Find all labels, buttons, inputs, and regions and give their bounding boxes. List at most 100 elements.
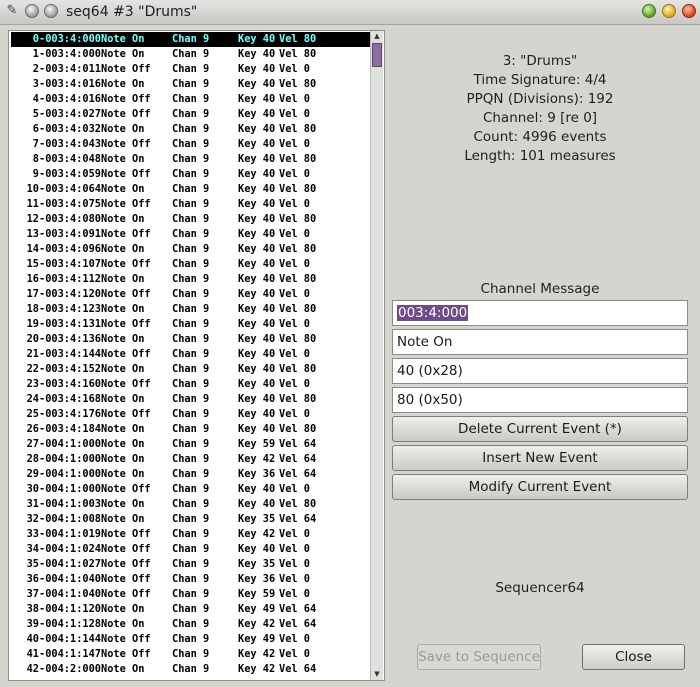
event-row[interactable]: 3-003:4:016 Note On Chan 9 Key 40 Vel 80 (11, 77, 374, 92)
timestamp-field[interactable]: 003:4:000 (392, 300, 688, 326)
event-row[interactable]: 14-003:4:096 Note On Chan 9 Key 40 Vel 80 (11, 242, 374, 257)
event-row[interactable]: 39-004:1:128 Note On Chan 9 Key 42 Vel 64 (11, 617, 374, 632)
event-type: Note On (101, 33, 145, 45)
event-row[interactable]: 8-003:4:048 Note On Chan 9 Key 40 Vel 80 (11, 152, 374, 167)
minimize-button[interactable] (662, 4, 676, 18)
event-vel: Vel 80 (279, 213, 317, 225)
event-row[interactable]: 35-004:1:027 Note Off Chan 9 Key 35 Vel 0 (11, 557, 374, 572)
event-vel: Vel 0 (279, 483, 310, 495)
event-row[interactable]: 11-003:4:075 Note Off Chan 9 Key 40 Vel 0 (11, 197, 374, 212)
event-idx: 31-004:1:003 (26, 498, 101, 510)
event-type: Note On (101, 603, 145, 615)
event-chan: Chan 9 (172, 453, 210, 465)
event-row[interactable]: 21-003:4:144 Note Off Chan 9 Key 40 Vel 0 (11, 347, 374, 362)
save-to-sequence-button[interactable]: Save to Sequence (417, 644, 541, 670)
event-idx: 6-003:4:032 (32, 123, 101, 135)
event-row[interactable]: 0-003:4:000 Note On Chan 9 Key 40 Vel 80 (11, 32, 374, 47)
event-row[interactable]: 23-003:4:160 Note Off Chan 9 Key 40 Vel 0 (11, 377, 374, 392)
event-row[interactable]: 31-004:1:003 Note On Chan 9 Key 40 Vel 80 (11, 497, 374, 512)
event-chan: Chan 9 (172, 273, 210, 285)
maximize-button[interactable] (642, 4, 656, 18)
event-chan: Chan 9 (172, 648, 210, 660)
data-byte-1-field[interactable]: 40 (0x28) (392, 358, 688, 384)
event-row[interactable]: 20-003:4:136 Note On Chan 9 Key 40 Vel 80 (11, 332, 374, 347)
event-vel: Vel 64 (279, 513, 317, 525)
event-row[interactable]: 9-003:4:059 Note Off Chan 9 Key 40 Vel 0 (11, 167, 374, 182)
window-menu-button[interactable] (25, 4, 39, 18)
event-chan: Chan 9 (172, 303, 210, 315)
event-row[interactable]: 13-003:4:091 Note Off Chan 9 Key 40 Vel 0 (11, 227, 374, 242)
scroll-up-arrow-icon[interactable]: ▲ (371, 31, 383, 42)
event-row[interactable]: 22-003:4:152 Note On Chan 9 Key 40 Vel 80 (11, 362, 374, 377)
data-byte-2-field[interactable]: 80 (0x50) (392, 387, 688, 413)
event-row[interactable]: 19-003:4:131 Note Off Chan 9 Key 40 Vel 0 (11, 317, 374, 332)
event-chan: Chan 9 (172, 243, 210, 255)
event-row[interactable]: 32-004:1:008 Note On Chan 9 Key 35 Vel 64 (11, 512, 374, 527)
event-type: Note On (101, 423, 145, 435)
event-row[interactable]: 41-004:1:147 Note Off Chan 9 Key 42 Vel 0 (11, 647, 374, 662)
event-type: Note Off (101, 378, 151, 390)
event-row[interactable]: 27-004:1:000 Note On Chan 9 Key 59 Vel 64 (11, 437, 374, 452)
modify-event-button[interactable]: Modify Current Event (392, 474, 688, 500)
event-key: Key 40 (238, 153, 276, 165)
event-chan: Chan 9 (172, 423, 210, 435)
event-row[interactable]: 37-004:1:040 Note Off Chan 9 Key 59 Vel 0 (11, 587, 374, 602)
event-list-scrollbar[interactable]: ▲ ▼ (370, 31, 383, 680)
event-type: Note On (101, 183, 145, 195)
event-row[interactable]: 18-003:4:123 Note On Chan 9 Key 40 Vel 80 (11, 302, 374, 317)
event-row[interactable]: 28-004:1:000 Note On Chan 9 Key 42 Vel 64 (11, 452, 374, 467)
event-row[interactable]: 38-004:1:120 Note On Chan 9 Key 49 Vel 64 (11, 602, 374, 617)
event-row[interactable]: 1-003:4:000 Note On Chan 9 Key 40 Vel 80 (11, 47, 374, 62)
event-row[interactable]: 26-003:4:184 Note On Chan 9 Key 40 Vel 80 (11, 422, 374, 437)
scroll-thumb[interactable] (372, 43, 382, 67)
event-chan: Chan 9 (172, 633, 210, 645)
event-row[interactable]: 25-003:4:176 Note Off Chan 9 Key 40 Vel 0 (11, 407, 374, 422)
event-vel: Vel 0 (279, 138, 310, 150)
event-idx: 36-004:1:040 (26, 573, 101, 585)
event-key: Key 49 (238, 603, 276, 615)
event-row[interactable]: 5-003:4:027 Note Off Chan 9 Key 40 Vel 0 (11, 107, 374, 122)
event-type: Note On (101, 513, 145, 525)
timestamp-value: 003:4:000 (397, 305, 469, 321)
event-row[interactable]: 42-004:2:000 Note On Chan 9 Key 42 Vel 64 (11, 662, 374, 677)
event-row[interactable]: 17-003:4:120 Note Off Chan 9 Key 40 Vel 0 (11, 287, 374, 302)
event-row[interactable]: 24-003:4:168 Note On Chan 9 Key 40 Vel 80 (11, 392, 374, 407)
event-key: Key 35 (238, 513, 276, 525)
event-vel: Vel 80 (279, 243, 317, 255)
event-list-panel: 0-003:4:000 Note On Chan 9 Key 40 Vel 80 1-00… (8, 30, 385, 681)
event-row[interactable]: 4-003:4:016 Note Off Chan 9 Key 40 Vel 0 (11, 92, 374, 107)
event-row[interactable]: 30-004:1:000 Note Off Chan 9 Key 40 Vel 0 (11, 482, 374, 497)
event-row[interactable]: 34-004:1:024 Note Off Chan 9 Key 40 Vel 0 (11, 542, 374, 557)
event-key: Key 40 (238, 93, 276, 105)
event-idx: 4-003:4:016 (32, 93, 101, 105)
event-row[interactable]: 15-003:4:107 Note Off Chan 9 Key 40 Vel 0 (11, 257, 374, 272)
event-row[interactable]: 2-003:4:011 Note Off Chan 9 Key 40 Vel 0 (11, 62, 374, 77)
event-row[interactable]: 7-003:4:043 Note Off Chan 9 Key 40 Vel 0 (11, 137, 374, 152)
event-row[interactable]: 29-004:1:000 Note On Chan 9 Key 36 Vel 64 (11, 467, 374, 482)
event-type: Note On (101, 303, 145, 315)
event-row[interactable]: 33-004:1:019 Note Off Chan 9 Key 42 Vel 0 (11, 527, 374, 542)
close-button[interactable]: Close (582, 644, 685, 670)
event-row[interactable]: 36-004:1:040 Note Off Chan 9 Key 36 Vel 0 (11, 572, 374, 587)
event-name-field[interactable]: Note On (392, 329, 688, 355)
event-row[interactable]: 16-003:4:112 Note On Chan 9 Key 40 Vel 80 (11, 272, 374, 287)
event-type: Note Off (101, 558, 151, 570)
event-row[interactable]: 40-004:1:144 Note Off Chan 9 Key 49 Vel 0 (11, 632, 374, 647)
insert-event-button[interactable]: Insert New Event (392, 445, 688, 471)
event-row[interactable]: 12-003:4:080 Note On Chan 9 Key 40 Vel 80 (11, 212, 374, 227)
scroll-down-arrow-icon[interactable]: ▼ (371, 669, 383, 680)
close-window-button[interactable] (682, 4, 696, 18)
event-row[interactable]: 6-003:4:032 Note On Chan 9 Key 40 Vel 80 (11, 122, 374, 137)
event-idx: 28-004:1:000 (26, 453, 101, 465)
event-idx: 30-004:1:000 (26, 483, 101, 495)
event-type: Note On (101, 363, 145, 375)
event-row[interactable]: 10-003:4:064 Note On Chan 9 Key 40 Vel 80 (11, 182, 374, 197)
window-shade-button[interactable] (44, 4, 58, 18)
event-key: Key 42 (238, 648, 276, 660)
event-key: Key 42 (238, 663, 276, 675)
event-chan: Chan 9 (172, 498, 210, 510)
delete-event-button[interactable]: Delete Current Event (*) (392, 416, 688, 442)
event-type: Note On (101, 618, 145, 630)
event-idx: 22-003:4:152 (26, 363, 101, 375)
event-list[interactable]: 0-003:4:000 Note On Chan 9 Key 40 Vel 80 1-00… (11, 32, 374, 677)
